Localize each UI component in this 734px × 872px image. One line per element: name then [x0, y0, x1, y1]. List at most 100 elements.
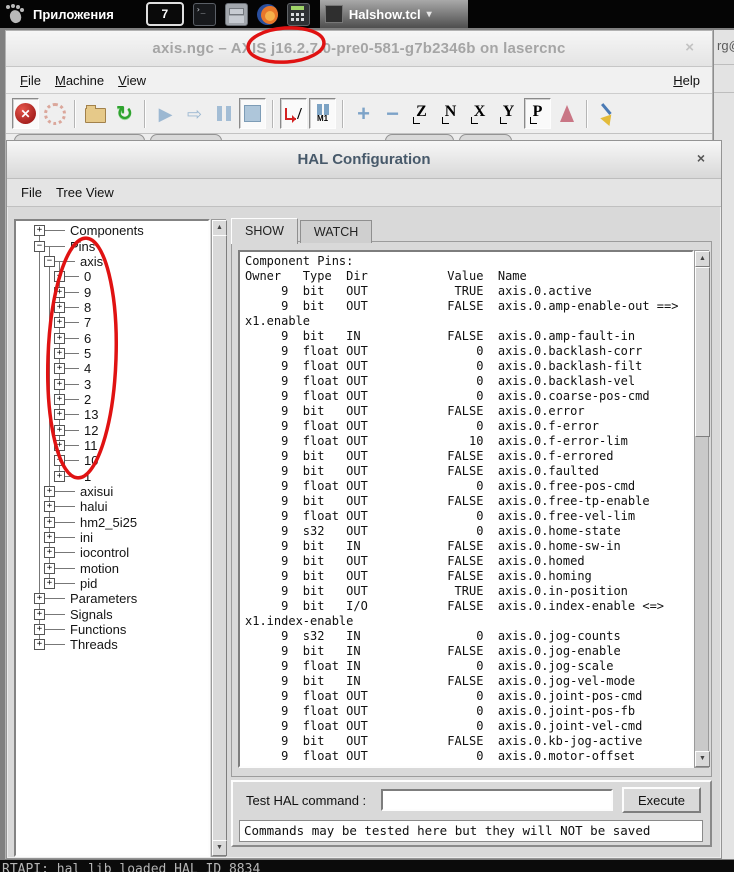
- tree-item-label[interactable]: iocontrol: [80, 545, 129, 560]
- applications-menu[interactable]: Приложения: [33, 7, 114, 22]
- menu-file[interactable]: File: [21, 185, 42, 200]
- axis-titlebar[interactable]: axis.ngc – AXIS j16.2.7.0-pre0-581-g7b23…: [6, 31, 712, 67]
- expand-icon[interactable]: +: [54, 301, 65, 313]
- file-cabinet-launcher-icon[interactable]: [224, 2, 248, 26]
- tree-item-iocontrol[interactable]: + iocontrol: [16, 545, 208, 560]
- tab-show[interactable]: SHOW: [231, 218, 298, 244]
- workspace-indicator[interactable]: 7: [145, 2, 184, 26]
- tree-item-label[interactable]: 2: [84, 392, 91, 407]
- expand-icon[interactable]: +: [54, 424, 65, 436]
- tree-item-axisui[interactable]: + axisui: [16, 484, 208, 499]
- tree-item-functions[interactable]: + Functions: [16, 622, 208, 637]
- expand-icon[interactable]: +: [54, 378, 65, 390]
- tree-item-0[interactable]: +0: [16, 269, 208, 284]
- expand-icon[interactable]: +: [54, 271, 65, 283]
- tree-item-label[interactable]: axisui: [80, 484, 113, 499]
- expand-icon[interactable]: +: [54, 470, 65, 482]
- tree-item-pid[interactable]: + pid: [16, 576, 208, 591]
- hal-titlebar[interactable]: HAL Configuration ×: [7, 141, 721, 179]
- hal-command-input[interactable]: [381, 789, 613, 811]
- menu-machine[interactable]: Machine: [55, 73, 104, 88]
- tree-item-label[interactable]: 9: [84, 285, 91, 300]
- tree-item-label[interactable]: axis: [80, 254, 103, 269]
- tree-item-label[interactable]: 3: [84, 377, 91, 392]
- machine-power-button[interactable]: [41, 98, 68, 129]
- expand-icon[interactable]: +: [44, 486, 55, 498]
- scroll-up-arrow-icon[interactable]: ▲: [212, 220, 227, 236]
- reload-button[interactable]: ↻: [111, 98, 138, 129]
- pin-list-output[interactable]: Component Pins: Owner Type Dir Value Nam…: [238, 250, 694, 768]
- tree-item-label[interactable]: Functions: [70, 622, 126, 637]
- menu-help[interactable]: Help: [673, 73, 700, 88]
- expand-icon[interactable]: +: [44, 501, 55, 513]
- tree-item-11[interactable]: +11: [16, 438, 208, 453]
- expand-icon[interactable]: +: [34, 593, 45, 605]
- step-button[interactable]: ⇨: [181, 98, 208, 129]
- collapse-icon[interactable]: −: [44, 255, 55, 267]
- tree-item-signals[interactable]: + Signals: [16, 607, 208, 622]
- tree-item-label[interactable]: 5: [84, 346, 91, 361]
- expand-icon[interactable]: +: [54, 409, 65, 421]
- execute-button[interactable]: Execute: [622, 787, 701, 813]
- scroll-down-arrow-icon[interactable]: ▼: [212, 840, 227, 856]
- tree-item-5[interactable]: +5: [16, 346, 208, 361]
- clear-plot-button[interactable]: [594, 98, 621, 129]
- tree-item-label[interactable]: 12: [84, 423, 98, 438]
- gnome-logo-icon[interactable]: [5, 4, 25, 24]
- expand-icon[interactable]: +: [54, 347, 65, 359]
- tree-item-3[interactable]: +3: [16, 376, 208, 392]
- tree-item-label[interactable]: Components: [70, 223, 144, 238]
- tree-item-components[interactable]: + Components: [16, 223, 208, 238]
- tree-item-label[interactable]: 8: [84, 300, 91, 315]
- expand-icon[interactable]: +: [54, 455, 65, 467]
- view-y-button[interactable]: Y: [495, 98, 522, 129]
- view-z2-button[interactable]: N: [437, 98, 464, 129]
- expand-icon[interactable]: +: [54, 439, 65, 451]
- expand-icon[interactable]: +: [54, 363, 65, 375]
- tree-item-label[interactable]: halui: [80, 499, 107, 514]
- optional-pause-button[interactable]: M1: [309, 98, 336, 129]
- expand-icon[interactable]: +: [44, 578, 55, 590]
- tree-item-label[interactable]: 7: [84, 315, 91, 330]
- tree-item-1[interactable]: +1: [16, 469, 208, 484]
- view-p-button[interactable]: P: [524, 98, 551, 129]
- scroll-up-arrow-icon[interactable]: ▲: [695, 251, 710, 267]
- tree-item-label[interactable]: 4: [84, 361, 91, 376]
- zoom-out-button[interactable]: −: [379, 98, 406, 129]
- expand-icon[interactable]: +: [34, 639, 45, 651]
- pause-button[interactable]: [210, 98, 237, 129]
- scrollbar-thumb[interactable]: [695, 267, 710, 437]
- expand-icon[interactable]: +: [54, 393, 65, 405]
- expand-icon[interactable]: +: [34, 608, 45, 620]
- tree-item-2[interactable]: +2: [16, 392, 208, 407]
- collapse-icon[interactable]: −: [34, 240, 45, 252]
- scroll-down-arrow-icon[interactable]: ▼: [695, 751, 710, 767]
- tree-item-label[interactable]: Parameters: [70, 591, 137, 606]
- view-z-button[interactable]: Z: [408, 98, 435, 129]
- scrollbar-thumb[interactable]: [212, 235, 227, 843]
- tree-item-4[interactable]: +4: [16, 361, 208, 376]
- expand-icon[interactable]: +: [44, 516, 55, 528]
- tree-item-label[interactable]: pid: [80, 576, 97, 591]
- tree-item-label[interactable]: ini: [80, 530, 93, 545]
- tree-item-13[interactable]: +13: [16, 407, 208, 422]
- tree-item-threads[interactable]: + Threads: [16, 637, 208, 652]
- run-button[interactable]: ▶: [152, 98, 179, 129]
- zoom-in-button[interactable]: +: [350, 98, 377, 129]
- tree-item-10[interactable]: +10: [16, 453, 208, 468]
- tree-item-label[interactable]: 13: [84, 407, 98, 422]
- tree-item-parameters[interactable]: + Parameters: [16, 591, 208, 606]
- tab-watch[interactable]: WATCH: [299, 220, 373, 243]
- estop-button[interactable]: ✕: [12, 98, 39, 129]
- open-file-button[interactable]: [82, 98, 109, 129]
- tree-item-label[interactable]: motion: [80, 561, 119, 576]
- expand-icon[interactable]: +: [44, 532, 55, 544]
- tree-item-9[interactable]: +9: [16, 284, 208, 300]
- tree-item-axis[interactable]: − axis: [16, 254, 208, 269]
- tree-item-label[interactable]: 6: [84, 331, 91, 346]
- view-x-button[interactable]: X: [466, 98, 493, 129]
- close-icon[interactable]: ×: [697, 150, 705, 166]
- calculator-launcher-icon[interactable]: [286, 2, 310, 26]
- tree-item-motion[interactable]: + motion: [16, 561, 208, 576]
- close-icon[interactable]: ×: [685, 39, 694, 56]
